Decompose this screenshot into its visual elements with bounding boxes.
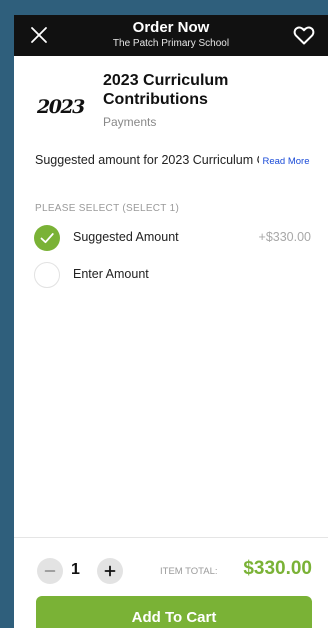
- item-total-value: $330.00: [243, 558, 312, 579]
- add-to-cart-button[interactable]: Add To Cart: [36, 596, 312, 628]
- product-title: 2023 Curriculum Contributions: [103, 72, 229, 108]
- header-title-group: Order Now The Patch Primary School: [74, 19, 268, 50]
- option-label: Enter Amount: [73, 267, 149, 281]
- increase-quantity-button[interactable]: [97, 558, 123, 584]
- option-enter-amount[interactable]: Enter Amount: [34, 261, 318, 289]
- option-suggested-amount[interactable]: Suggested Amount +$330.00: [34, 224, 318, 252]
- close-icon[interactable]: [28, 24, 50, 46]
- product-logo: 2023: [37, 96, 85, 118]
- description-text: Suggested amount for 2023 Curriculum Con…: [35, 153, 259, 167]
- radio-unchecked[interactable]: [34, 262, 60, 288]
- option-price: +$330.00: [258, 230, 311, 244]
- quantity-value: 1: [71, 561, 80, 578]
- order-sheet: Order Now The Patch Primary School 2023 …: [14, 15, 328, 628]
- header-subtitle: The Patch Primary School: [112, 38, 230, 49]
- product-description: Suggested amount for 2023 Curriculum Con…: [35, 153, 325, 167]
- radio-checked[interactable]: [34, 225, 60, 251]
- heart-icon[interactable]: [292, 24, 316, 46]
- minus-icon: [44, 570, 56, 572]
- option-label: Suggested Amount: [73, 230, 179, 244]
- product-category: Payments: [103, 115, 157, 129]
- header-title: Order Now: [132, 19, 210, 36]
- read-more-link[interactable]: Read More: [262, 156, 309, 167]
- options-section-label: PLEASE SELECT (SELECT 1): [35, 203, 180, 214]
- item-total-label: ITEM TOTAL:: [160, 566, 218, 577]
- header-bar: Order Now The Patch Primary School: [14, 15, 328, 56]
- check-icon: [40, 233, 54, 244]
- product-header: 2023 2023 Curriculum Contributions Payme…: [14, 71, 328, 133]
- decrease-quantity-button[interactable]: [37, 558, 63, 584]
- cart-footer: 1 ITEM TOTAL: $330.00 Add To Cart: [14, 537, 328, 628]
- plus-icon: [104, 565, 116, 577]
